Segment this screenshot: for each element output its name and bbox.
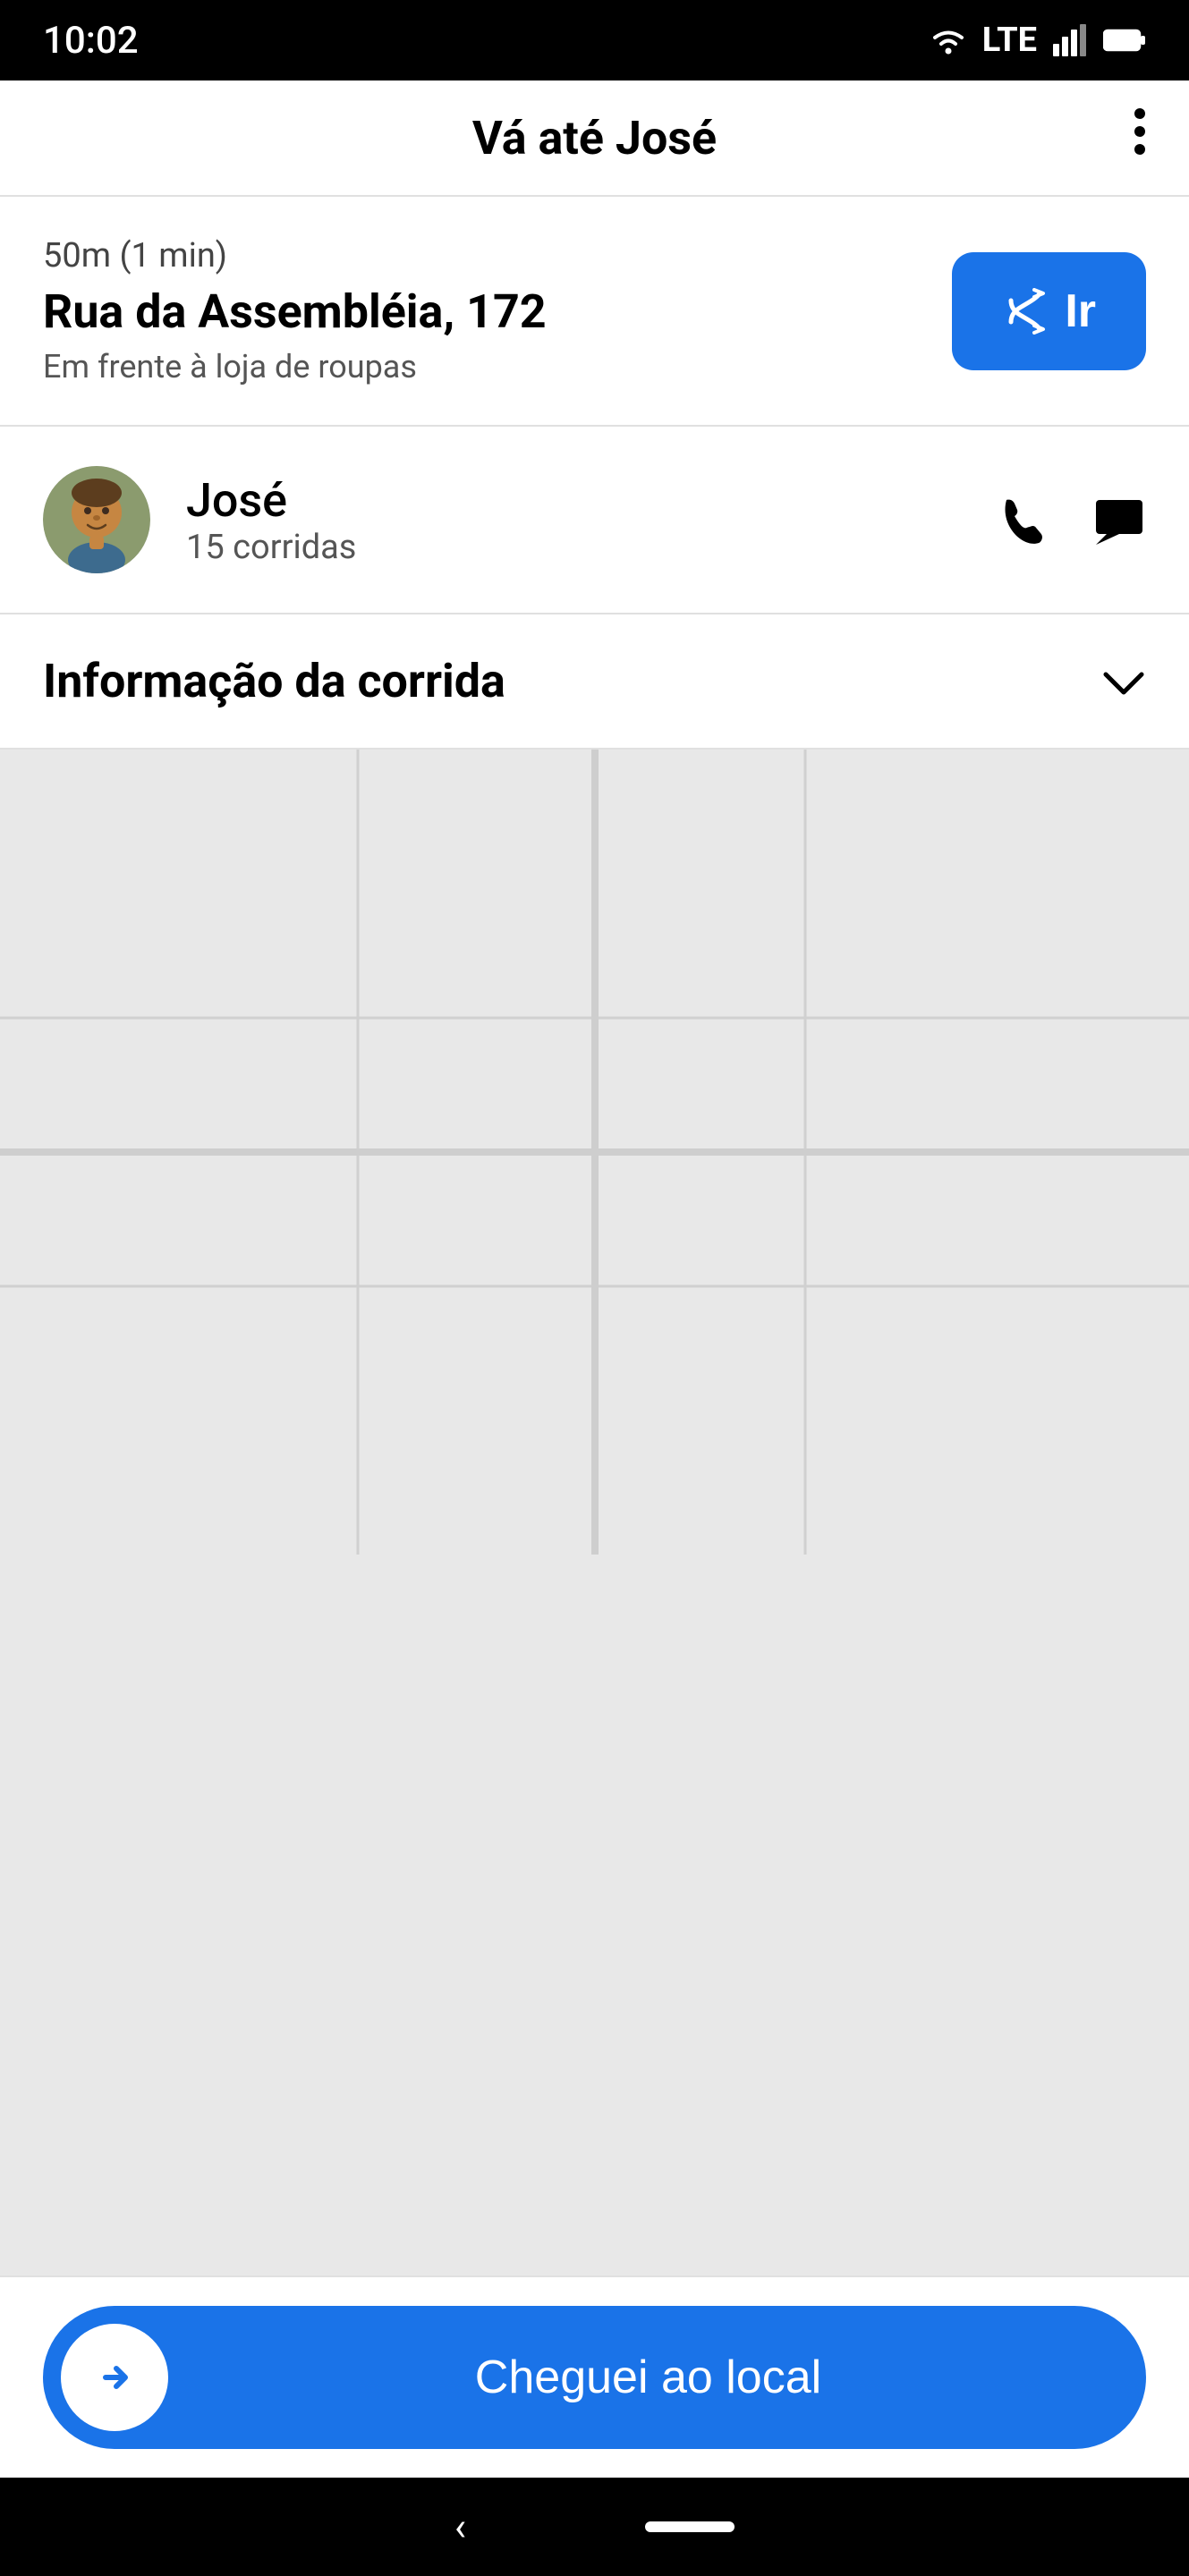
lte-label: LTE <box>982 21 1037 60</box>
status-icons: LTE <box>930 21 1146 60</box>
phone-icon <box>996 493 1049 547</box>
destination-info: 50m (1 min) Rua da Assembléia, 172 Em fr… <box>43 236 547 386</box>
page-title: Vá até José <box>106 111 1083 165</box>
home-indicator[interactable] <box>645 2521 735 2532</box>
map-area <box>0 750 1189 2275</box>
battery-icon <box>1103 27 1146 54</box>
passenger-card: José 15 corridas <box>0 427 1189 614</box>
passenger-actions <box>996 493 1146 547</box>
destination-eta: 50m (1 min) <box>43 236 547 275</box>
avatar <box>43 466 150 573</box>
passenger-name: José <box>186 473 960 528</box>
app-bar: Vá até José <box>0 80 1189 197</box>
arrived-circle <box>61 2324 168 2431</box>
status-bar: 10:02 LTE <box>0 0 1189 80</box>
destination-card: 50m (1 min) Rua da Assembléia, 172 Em fr… <box>0 197 1189 427</box>
route-icon <box>1002 288 1049 335</box>
message-button[interactable] <box>1092 493 1146 547</box>
bottom-nav: Cheguei ao local <box>0 2275 1189 2478</box>
destination-address: Rua da Assembléia, 172 <box>43 284 547 339</box>
status-time: 10:02 <box>43 19 139 63</box>
more-vert-icon[interactable] <box>1083 105 1146 172</box>
arrived-label: Cheguei ao local <box>168 2351 1128 2404</box>
system-nav-bar: ‹ <box>0 2478 1189 2576</box>
trip-info-section[interactable]: Informação da corrida <box>0 614 1189 750</box>
go-button[interactable]: Ir <box>952 252 1146 370</box>
passenger-info: José 15 corridas <box>186 473 960 567</box>
passenger-rides: 15 corridas <box>186 528 960 567</box>
message-icon <box>1092 493 1146 547</box>
arrived-button[interactable]: Cheguei ao local <box>43 2306 1146 2449</box>
go-button-label: Ir <box>1065 284 1096 338</box>
trip-info-label: Informação da corrida <box>43 654 505 708</box>
back-icon[interactable]: ‹ <box>454 2504 466 2550</box>
call-button[interactable] <box>996 493 1049 547</box>
wifi-icon <box>930 24 966 56</box>
chevron-down-icon <box>1101 654 1146 708</box>
destination-hint: Em frente à loja de roupas <box>43 348 547 386</box>
signal-icon <box>1053 24 1087 56</box>
arrow-right-icon <box>88 2351 141 2404</box>
